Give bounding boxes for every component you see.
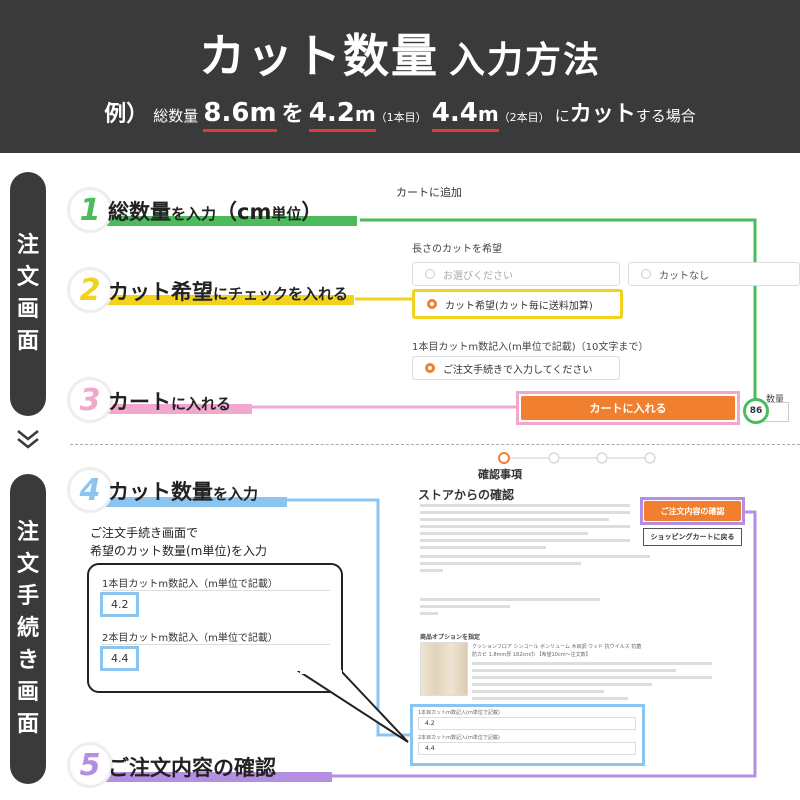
step4-small: を入力: [213, 485, 259, 503]
mini-field1-input[interactable]: 4.2: [418, 717, 636, 730]
mini-field2-label: 2本目カットm数記入(m単位で記載): [418, 735, 500, 741]
step1-bold3: ）: [301, 200, 323, 224]
store-confirm-heading: ストアからの確認: [418, 488, 515, 502]
step3-small: に入れる: [171, 395, 232, 413]
cancel-notice-text: [420, 598, 600, 619]
mini-field1-label: 1本目カットm数記入(m単位で記載): [418, 710, 500, 716]
product-thumbnail: [420, 642, 468, 696]
option-no-cut-text: カットなし: [659, 270, 709, 282]
confirm-title: 確認事項: [478, 468, 522, 481]
first-cut-input[interactable]: ご注文手続きで入力してください: [412, 356, 620, 380]
callout-pointer: [296, 670, 409, 743]
radio-icon: [425, 363, 435, 373]
field2-input[interactable]: 4.4: [100, 646, 139, 671]
option-cut-request-text: カット希望(カット毎に送料加算): [445, 300, 593, 312]
step1-label: 総数量を入力（cm単位）: [108, 196, 322, 226]
options-title: 商品オプションを指定: [420, 634, 481, 641]
step3-bold: カート: [108, 390, 171, 414]
option-placeholder[interactable]: お選びください: [412, 262, 620, 286]
field1-input[interactable]: 4.2: [100, 592, 139, 617]
step2-small: にチェックを入れる: [213, 285, 349, 303]
step1-small: を入力: [171, 205, 217, 223]
cut-option-label: 長さのカットを希望: [412, 244, 502, 255]
field1-rule: [102, 590, 330, 591]
product-options: [472, 662, 712, 704]
field1-label: 1本目カットm数記入（m単位で記載）: [102, 579, 278, 590]
product-size: 防カビ 1.8mm厚 182cm巾 【希望10cm〜注文数】: [472, 652, 591, 658]
step5-label: ご注文内容の確認: [108, 752, 276, 782]
step2-number: 2: [70, 270, 110, 310]
quantity-input[interactable]: 86: [743, 398, 769, 424]
step3-number: 3: [70, 380, 110, 420]
radio-icon: [425, 269, 435, 279]
first-cut-label: 1本目カットm数記入(m単位で記載)（10文字まで）: [412, 342, 649, 353]
store-message-text: [420, 504, 630, 553]
notice-text: [420, 555, 650, 576]
step1-bold2: （cm: [216, 200, 272, 224]
field2-rule: [102, 644, 330, 645]
step2-bold: カット希望: [108, 280, 213, 304]
step4-number: 4: [70, 470, 110, 510]
step1-small2: 単位: [271, 205, 302, 223]
step5-bold: ご注文内容の確認: [108, 756, 276, 780]
back-to-cart-button[interactable]: ショッピングカートに戻る: [643, 528, 742, 546]
step3-label: カートに入れる: [108, 386, 231, 416]
radio-icon: [427, 299, 437, 309]
checkout-note-line2: 希望のカット数量(m単位)を入力: [90, 544, 268, 558]
cart-title: カートに追加: [396, 186, 462, 199]
checkout-note-line1: ご注文手続き画面で: [90, 526, 199, 540]
step4-bold: カット数量: [108, 480, 213, 504]
step2-label: カット希望にチェックを入れる: [108, 276, 348, 306]
mini-field2-input[interactable]: 4.4: [418, 742, 636, 755]
product-name: クッションフロア シンコール ボンリューム 木目調 ウッド 抗ウイルス 抗菌: [472, 644, 642, 650]
confirm-order-button[interactable]: ご注文内容の確認: [644, 501, 741, 521]
step1-number: 1: [70, 190, 110, 230]
step4-label: カット数量を入力: [108, 476, 258, 506]
step1-bold: 総数量: [108, 200, 171, 224]
option-placeholder-text: お選びください: [443, 270, 513, 282]
option-no-cut[interactable]: カットなし: [628, 262, 800, 286]
first-cut-placeholder: ご注文手続きで入力してください: [443, 364, 593, 376]
radio-icon: [641, 269, 651, 279]
step5-number: 5: [70, 745, 110, 785]
field2-label: 2本目カットm数記入（m単位で記載）: [102, 633, 278, 644]
add-to-cart-button[interactable]: カートに入れる: [521, 396, 735, 420]
option-cut-request[interactable]: カット希望(カット毎に送料加算): [412, 289, 623, 319]
